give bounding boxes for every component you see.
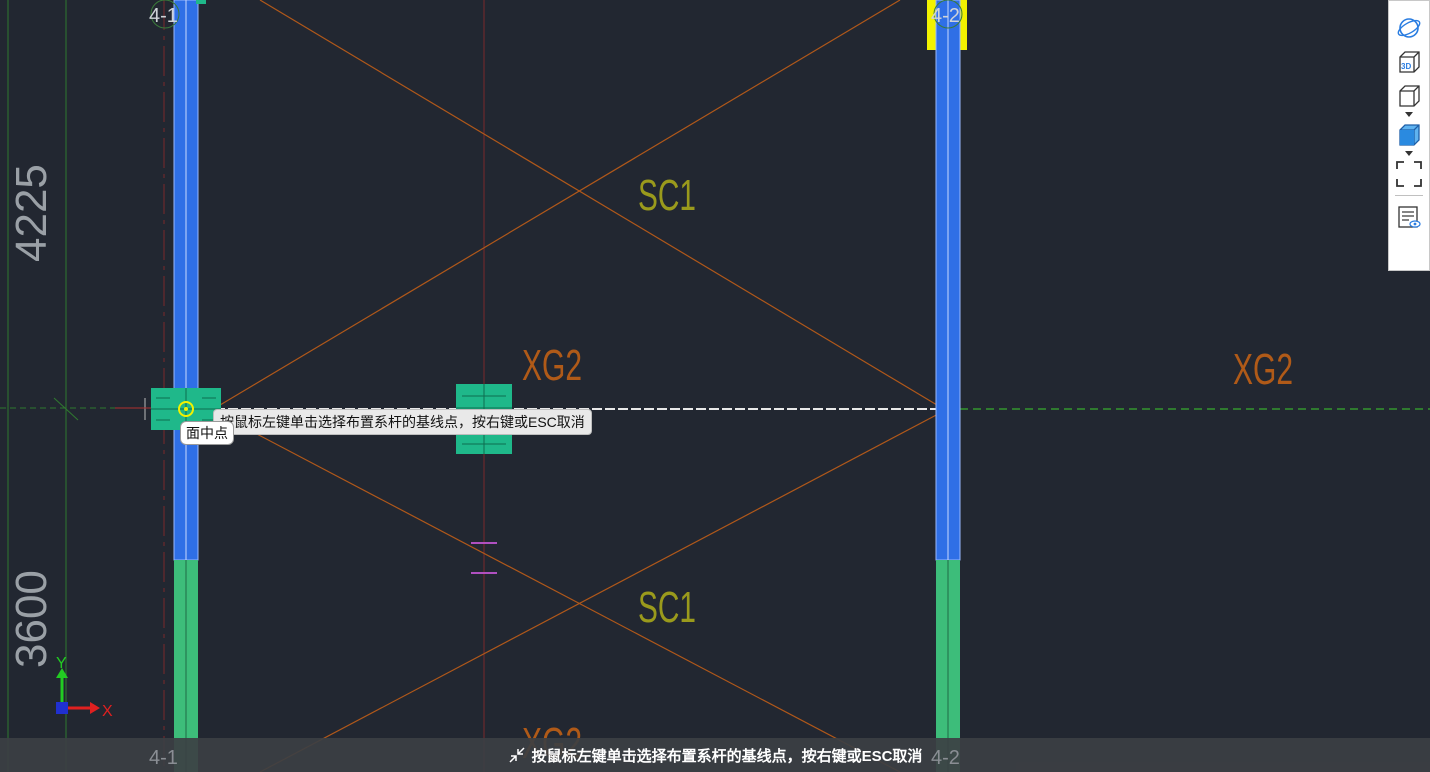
shaded-cube-dropdown-icon[interactable] [1405,151,1413,156]
snap-point-tooltip: 面中点 [180,421,234,445]
properties-view-button[interactable] [1394,202,1424,232]
view-3d-label: 3D [1401,62,1411,71]
axis-label-4-2-top: 4-2 [931,5,960,27]
shaded-cube-icon [1399,124,1420,146]
member-label-sc1: SC1 [638,583,696,632]
view-cube-dropdown-icon[interactable] [1405,112,1413,117]
shaded-cube-button[interactable] [1394,120,1424,150]
view-3d-button[interactable]: 3D [1394,47,1424,77]
cursor-prompt-tooltip: 按鼠标左键单击选择布置系杆的基线点，按右键或ESC取消 [213,409,592,435]
ucs-x-label: X [102,703,113,720]
view-cube-icon [1399,85,1420,107]
view-3d-icon: 3D [1399,51,1420,73]
bottom-axis-labels: 4-1 4-2 [149,747,960,769]
orbit-icon [1397,18,1421,38]
ucs-y-label: Y [56,655,67,672]
column-cap [196,0,206,4]
member-label-xg2: XG2 [1233,345,1293,394]
zoom-extents-icon [1396,161,1422,187]
axis-label-4-2-bottom: 4-2 [931,747,960,769]
orbit-button[interactable] [1394,13,1424,43]
cad-viewport[interactable]: 4225 3600 4-1 4-2 SC1 SC1 XG2 XG2 XG2 Y … [0,0,1430,772]
snap-marker-center [184,407,188,411]
toolbar-separator [1395,195,1423,196]
brace-line [259,411,943,772]
view-toolbar: 3D [1388,0,1430,271]
dimension-text: 4225 [7,164,56,262]
brace-line [259,0,943,409]
axis-label-4-1-top: 4-1 [149,5,178,27]
brace-line [214,411,901,772]
member-label-sc1: SC1 [638,171,696,220]
zoom-extents-button[interactable] [1394,159,1424,189]
member-label-xg2: XG2 [522,341,582,390]
dimension-text: 3600 [7,570,56,668]
view-cube-button[interactable] [1394,81,1424,111]
properties-view-icon [1398,206,1421,228]
axis-label-4-1-bottom: 4-1 [149,747,178,769]
ucs-icon [56,668,100,714]
drawing-canvas[interactable]: 4225 3600 4-1 4-2 SC1 SC1 XG2 XG2 XG2 Y … [0,0,1430,772]
